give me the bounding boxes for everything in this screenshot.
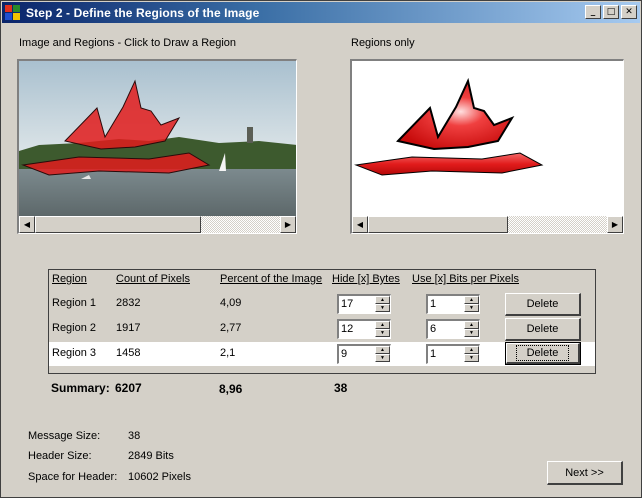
header-count: Count of Pixels	[116, 273, 190, 285]
stepper-down-icon[interactable]: ▼	[375, 329, 390, 337]
hide-bytes-stepper[interactable]: 12 ▲ ▼	[337, 319, 391, 339]
stepper-down-icon[interactable]: ▼	[464, 329, 479, 337]
stepper-up-icon[interactable]: ▲	[375, 346, 390, 354]
summary-hide-bytes: 38	[334, 381, 348, 395]
hide-bytes-value[interactable]: 12	[341, 323, 353, 335]
summary-count: 6207	[115, 381, 142, 395]
stepper-up-icon[interactable]: ▲	[464, 296, 479, 304]
close-button[interactable]: ✕	[621, 5, 637, 19]
scroll-right-button[interactable]: ▶	[280, 216, 296, 233]
maximize-button[interactable]: □	[603, 5, 619, 19]
scroll-left-button[interactable]: ◀	[19, 216, 35, 233]
summary-percent: 8,96	[219, 382, 243, 396]
header-size-label: Header Size:	[28, 450, 92, 462]
region-name: Region 2	[52, 322, 97, 334]
stepper-up-icon[interactable]: ▲	[464, 346, 479, 354]
region-name: Region 1	[52, 297, 97, 309]
percent-value: 2,1	[220, 347, 236, 359]
header-bits-per-pixel: Use [x] Bits per Pixels	[412, 273, 519, 285]
delete-button-label: Delete	[515, 345, 570, 361]
bits-per-pixel-value[interactable]: 1	[430, 298, 436, 310]
header-region: Region	[52, 273, 87, 285]
delete-button[interactable]: Delete	[505, 293, 581, 316]
stepper-down-icon[interactable]: ▼	[464, 304, 479, 312]
stepper-up-icon[interactable]: ▲	[464, 321, 479, 329]
message-size-label: Message Size:	[28, 430, 101, 442]
scroll-right-icon: ▶	[284, 220, 292, 229]
bits-per-pixel-stepper[interactable]: 1 ▲ ▼	[426, 294, 480, 314]
regions-pane-scrollbar[interactable]: ◀ ▶	[352, 216, 623, 233]
scroll-thumb[interactable]	[35, 216, 201, 233]
bits-per-pixel-stepper[interactable]: 1 ▲ ▼	[426, 344, 480, 364]
water	[19, 169, 296, 216]
header-percent: Percent of the Image	[220, 273, 323, 285]
window-title: Step 2 - Define the Regions of the Image	[26, 5, 260, 20]
stepper-up-icon[interactable]: ▲	[375, 296, 390, 304]
hide-bytes-stepper[interactable]: 17 ▲ ▼	[337, 294, 391, 314]
delete-button-focused[interactable]: Delete	[505, 342, 581, 365]
scroll-right-icon: ▶	[611, 220, 619, 229]
header-hide-bytes: Hide [x] Bytes	[332, 273, 400, 285]
region-2-shape	[354, 152, 544, 176]
stepper-up-icon[interactable]: ▲	[375, 321, 390, 329]
image-pane-label: Image and Regions - Click to Draw a Regi…	[19, 37, 237, 49]
stepper-down-icon[interactable]: ▼	[375, 304, 390, 312]
table-row: Region 1 2832 4,09 17 ▲ ▼ 1 ▲ ▼ Delete	[49, 292, 595, 316]
space-for-header-value: 10602 Pixels	[128, 471, 191, 483]
image-pane-scrollbar[interactable]: ◀ ▶	[19, 216, 296, 233]
regions-scroll-thumb[interactable]	[368, 216, 508, 233]
space-for-header-label: Space for Header:	[28, 471, 118, 483]
regions-scroll-left-button[interactable]: ◀	[352, 216, 368, 233]
tower	[247, 127, 253, 143]
hide-bytes-value[interactable]: 17	[341, 298, 353, 310]
header-size-value: 2849 Bits	[128, 450, 174, 462]
regions-pane-label: Regions only	[351, 37, 415, 49]
image-canvas[interactable]	[19, 61, 297, 216]
pixel-count: 1917	[116, 322, 141, 334]
percent-value: 2,77	[220, 322, 242, 334]
regions-pane: ◀ ▶	[350, 59, 624, 234]
bits-per-pixel-value[interactable]: 1	[430, 348, 436, 360]
minimize-icon: _	[590, 6, 596, 17]
next-button[interactable]: Next >>	[547, 461, 623, 485]
hide-bytes-value[interactable]: 9	[341, 348, 347, 360]
pixel-count: 2832	[116, 297, 141, 309]
stepper-down-icon[interactable]: ▼	[375, 354, 390, 362]
region-name: Region 3	[52, 347, 97, 359]
scroll-left-icon: ◀	[23, 220, 31, 229]
delete-button[interactable]: Delete	[505, 318, 581, 341]
percent-value: 4,09	[220, 297, 242, 309]
minimize-button[interactable]: _	[585, 5, 601, 19]
image-pane[interactable]: ◀ ▶	[17, 59, 297, 234]
app-icon	[5, 4, 21, 21]
bits-per-pixel-stepper[interactable]: 6 ▲ ▼	[426, 319, 480, 339]
close-icon: ✕	[625, 6, 633, 17]
message-size-value: 38	[128, 430, 141, 442]
scroll-left-icon: ◀	[356, 220, 364, 229]
table-row: Region 2 1917 2,77 12 ▲ ▼ 6 ▲ ▼ Delete	[49, 317, 595, 341]
stepper-down-icon[interactable]: ▼	[464, 354, 479, 362]
title-buttons: _ □ ✕	[583, 5, 637, 19]
regions-scroll-right-button[interactable]: ▶	[607, 216, 623, 233]
dialog-window: Step 2 - Define the Regions of the Image…	[0, 0, 642, 498]
bits-per-pixel-value[interactable]: 6	[430, 323, 436, 335]
hide-bytes-stepper[interactable]: 9 ▲ ▼	[337, 344, 391, 364]
regions-table: Region Count of Pixels Percent of the Im…	[48, 269, 596, 374]
title-bar[interactable]: Step 2 - Define the Regions of the Image…	[2, 2, 640, 23]
summary-label: Summary:	[51, 381, 110, 395]
table-row-selected: Region 3 1458 2,1 9 ▲ ▼ 1 ▲ ▼ Delete	[49, 342, 595, 366]
regions-canvas	[354, 77, 544, 176]
pixel-count: 1458	[116, 347, 141, 359]
region-1-shape	[396, 77, 515, 151]
maximize-icon: □	[606, 6, 616, 17]
